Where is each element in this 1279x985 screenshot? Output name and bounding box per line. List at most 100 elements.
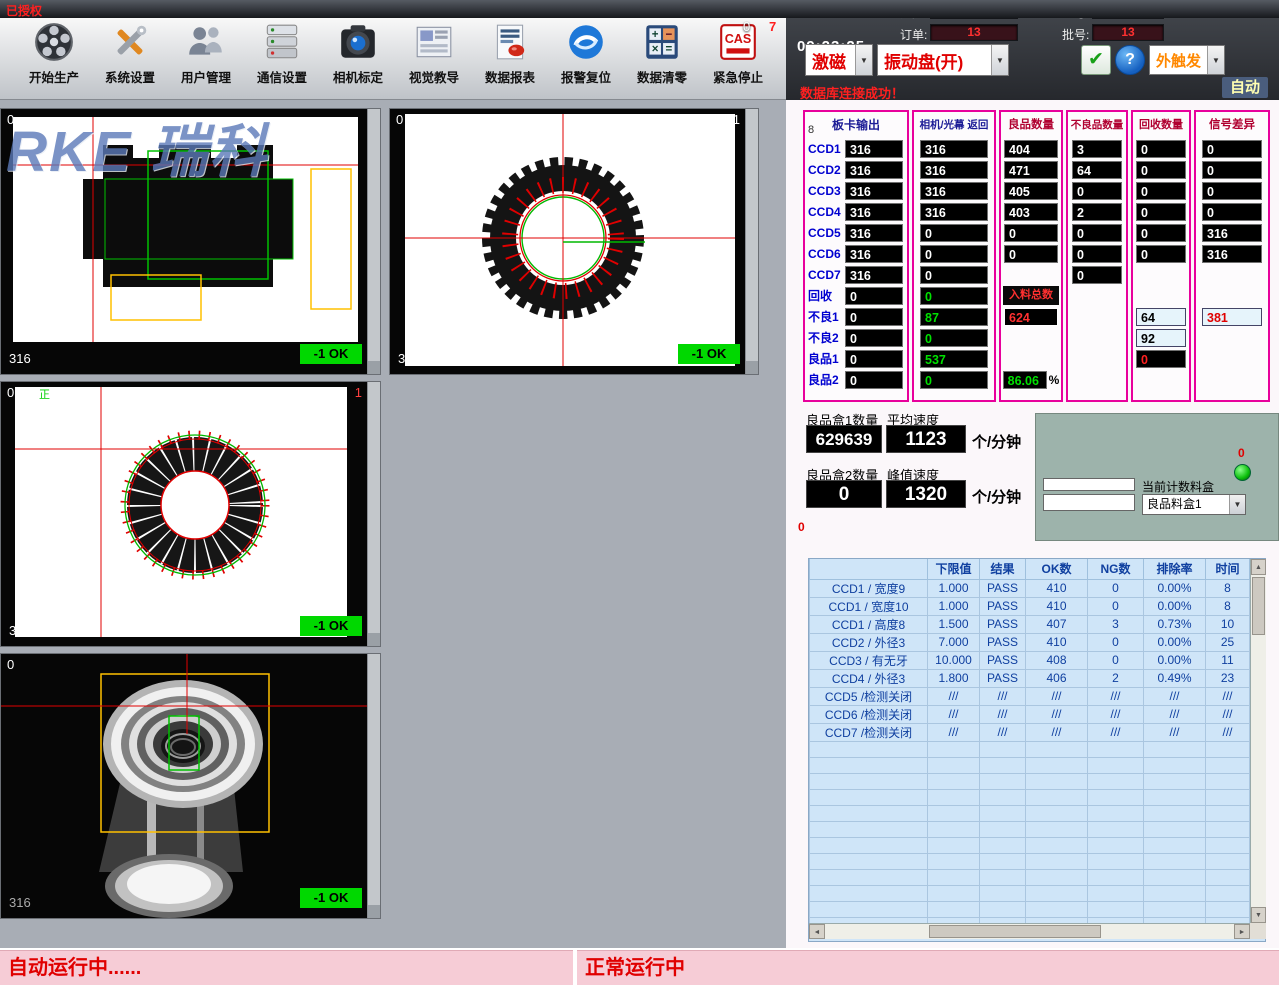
view-scrollbar[interactable] [367,382,380,646]
h-scroll-thumb[interactable] [929,925,1101,938]
empty-cell [810,885,928,901]
result-cell: 407 [1026,615,1088,633]
excite-dropdown[interactable]: 激磁 ▼ [805,44,873,76]
counter-box-label: 当前计数料盒 [1142,478,1214,495]
system-settings-button[interactable]: 系统设置 [92,18,168,98]
empty-cell [1026,821,1088,837]
order-value-field[interactable]: 13 [930,24,1018,41]
table-row[interactable]: CCD1 / 宽度101.000PASS41000.00%8 [810,597,1250,615]
chevron-down-icon[interactable]: ▼ [1229,495,1245,514]
stats-row: 87 [914,306,994,327]
stats-row: CCD3316 [805,180,907,201]
table-row[interactable]: CCD6 /检测关闭////////////////// [810,705,1250,723]
counter-right: 7 [769,19,776,34]
stats-row [1068,369,1126,390]
stats-row [1068,348,1126,369]
view-scrollbar[interactable] [367,109,380,374]
good-count-value: 403 [1004,203,1058,221]
view-scrollbar[interactable] [367,654,380,918]
data-clear-button[interactable]: + − × = 数据清零 [624,18,700,98]
table-row[interactable]: CCD1 / 宽度91.000PASS41000.00%8 [810,579,1250,597]
comm-settings-button[interactable]: 通信设置 [244,18,320,98]
camera-calibration-button[interactable]: 相机标定 [320,18,396,98]
stats-row: CCD2316 [805,159,907,180]
empty-cell [1088,805,1144,821]
result-cell: /// [1144,723,1206,741]
batch-value-field[interactable]: 13 [1092,24,1164,41]
stats-row: 624 [1001,306,1061,327]
table-row[interactable]: CCD1 / 高度81.500PASS40730.73%10 [810,615,1250,633]
stats-row: 0 [1196,138,1268,159]
empty-cell [810,853,928,869]
camera-view-3: 0 正 1 316 -1 OK [0,381,381,647]
camera-view-2: 0 1 316 -1 OK [389,108,759,375]
stats-row: 良品20 [805,369,907,390]
user-management-button[interactable]: 用户管理 [168,18,244,98]
view-count: 316 [398,351,420,366]
confirm-button[interactable]: ✔ [1081,45,1111,75]
stats-column-camera-return: 相机/光幕 返回 31631631631600008705370 [912,110,996,402]
stats-row [1133,285,1189,306]
view-scrollbar[interactable] [745,109,758,374]
stats-row: 0 [914,327,994,348]
board-output-value: 316 [845,140,903,158]
table-row[interactable]: CCD3 / 有无牙10.000PASS40800.00%11 [810,651,1250,669]
server-icon [261,21,303,63]
table-row[interactable]: CCD7 /检测关闭////////////////// [810,723,1250,741]
result-row-label: CCD2 / 外径3 [810,633,928,651]
box-select-dropdown[interactable]: 良品料盒1 ▼ [1142,494,1246,515]
vertical-scrollbar[interactable]: ▲ ▼ [1250,559,1266,923]
column-header: 相机/光幕 返回 [920,112,989,138]
vision-teaching-button[interactable]: 视觉教导 [396,18,472,98]
stats-rows: 00000064920 [1133,138,1189,390]
camera-return-value: 0 [920,287,988,305]
stats-row: 0 [1196,201,1268,222]
result-cell: 0.00% [1144,633,1206,651]
result-row-label: CCD5 /检测关闭 [810,687,928,705]
good-count-value: 405 [1004,182,1058,200]
vibration-dropdown[interactable]: 振动盘(开) ▼ [877,44,1009,76]
trigger-label: 外触发 [1150,46,1207,74]
start-production-button[interactable]: 开始生产 [16,18,92,98]
table-row[interactable]: CCD5 /检测关闭////////////////// [810,687,1250,705]
table-row[interactable]: CCD4 / 外径31.800PASS40620.49%23 [810,669,1250,687]
camera-return-value: 537 [920,350,988,368]
camera-icon [337,21,379,63]
empty-cell [1088,789,1144,805]
empty-cell [1026,885,1088,901]
table-row[interactable]: CCD2 / 外径37.000PASS41000.00%25 [810,633,1250,651]
chevron-down-icon[interactable]: ▼ [991,45,1008,75]
result-cell: 0.49% [1144,669,1206,687]
empty-cell [928,837,980,853]
stats-row [1196,327,1268,348]
chevron-down-icon[interactable]: ▼ [855,45,872,75]
scroll-right-icon[interactable]: ► [1234,924,1250,939]
empty-cell [810,805,928,821]
empty-cell [928,773,980,789]
chevron-down-icon[interactable]: ▼ [1207,46,1224,74]
v-scroll-thumb[interactable] [1252,577,1265,635]
horizontal-scrollbar[interactable]: ◄ ► [809,923,1250,939]
empty-cell [1026,837,1088,853]
scroll-up-icon[interactable]: ▲ [1251,559,1266,575]
counter-input-2[interactable] [1043,494,1135,511]
help-button[interactable]: ? [1115,45,1145,75]
emergency-stop-button[interactable]: CAS 紧急停止 [700,18,776,98]
empty-cell [928,741,980,757]
camera3-image [15,387,347,637]
result-cell: /// [928,705,980,723]
stats-row: 0 [1133,222,1189,243]
alarm-reset-button[interactable]: 报警复位 [548,18,624,98]
good-count-value: 0 [1004,245,1058,263]
button-label: 紧急停止 [713,67,763,86]
counter-input-1[interactable] [1043,478,1135,491]
empty-cell [1026,741,1088,757]
scroll-left-icon[interactable]: ◄ [809,924,825,939]
trigger-dropdown[interactable]: 外触发 ▼ [1149,45,1225,75]
good-count-value: 471 [1004,161,1058,179]
result-cell: PASS [980,633,1026,651]
svg-text:×: × [652,44,659,56]
data-report-button[interactable]: 数据报表 [472,18,548,98]
scroll-down-icon[interactable]: ▼ [1251,907,1266,923]
stat-row-label: 良品1 [805,350,845,367]
